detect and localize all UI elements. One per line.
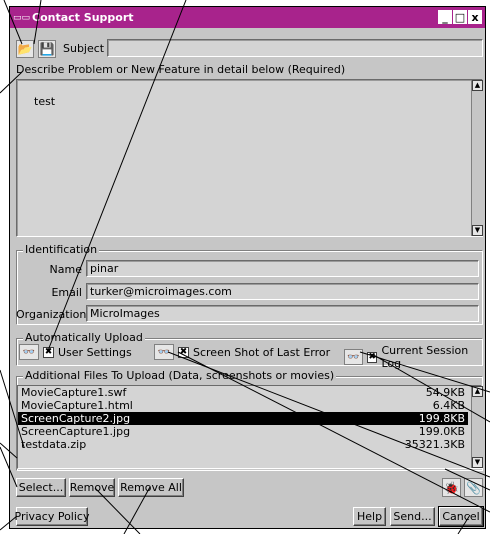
attach-file-icon[interactable]: 📎 xyxy=(464,478,483,497)
subject-input[interactable] xyxy=(107,39,483,57)
file-size: 54.9KB xyxy=(425,386,465,399)
file-name: MovieCapture1.html xyxy=(21,399,133,412)
send-button[interactable]: Send... xyxy=(390,507,435,526)
file-name: testdata.zip xyxy=(21,438,87,451)
organization-field[interactable]: MicroImages xyxy=(86,305,479,322)
organization-label: Organization xyxy=(16,308,87,321)
description-text: test xyxy=(34,95,56,108)
select-button[interactable]: Select... xyxy=(16,478,66,497)
screenshot-checkbox[interactable]: ✖ xyxy=(178,346,189,358)
auto-upload-label: Automatically Upload xyxy=(23,331,145,344)
file-size: 199.8KB xyxy=(418,412,465,425)
name-field[interactable]: pinar xyxy=(86,260,479,277)
list-item[interactable]: ScreenCapture2.jpg 199.8KB xyxy=(18,412,468,425)
description-textarea[interactable]: test xyxy=(16,79,483,237)
screenshot-label: Screen Shot of Last Error xyxy=(193,345,331,359)
help-button[interactable]: Help xyxy=(353,507,386,526)
list-item[interactable]: testdata.zip 35321.3KB xyxy=(18,438,468,451)
scroll-up-icon[interactable]: ▲ xyxy=(472,80,483,91)
privacy-policy-button[interactable]: Privacy Policy xyxy=(15,507,89,526)
session-log-option[interactable]: 👓 ✖ Current Session Log xyxy=(344,344,485,370)
description-label: Describe Problem or New Feature in detai… xyxy=(16,63,346,76)
list-item[interactable]: MovieCapture1.html 6.4KB xyxy=(18,399,468,412)
scroll-down-icon[interactable]: ▼ xyxy=(472,225,483,236)
scroll-down-icon[interactable]: ▼ xyxy=(472,457,483,468)
file-size: 35321.3KB xyxy=(404,438,465,451)
contact-support-window: ▭▭ Contact Support _ □ x 📂 💾 Subject Des… xyxy=(9,6,486,529)
user-settings-label: User Settings xyxy=(58,345,132,359)
view-binoculars-icon[interactable]: 👓 xyxy=(344,349,363,365)
close-icon[interactable]: x xyxy=(468,10,482,24)
description-scrollbar[interactable]: ▲ ▼ xyxy=(471,80,483,236)
title-bar[interactable]: ▭▭ Contact Support _ □ x xyxy=(10,7,485,28)
file-name: MovieCapture1.swf xyxy=(21,386,127,399)
bug-report-icon[interactable]: 🐞 xyxy=(442,478,461,497)
window-title: Contact Support xyxy=(32,11,134,24)
file-size: 6.4KB xyxy=(432,399,465,412)
view-binoculars-icon[interactable]: 👓 xyxy=(154,344,174,360)
scroll-up-icon[interactable]: ▲ xyxy=(472,386,483,397)
file-size: 199.0KB xyxy=(418,425,465,438)
user-settings-checkbox[interactable]: ✖ xyxy=(43,346,54,358)
cancel-button[interactable]: Cancel xyxy=(438,506,484,527)
file-name: ScreenCapture2.jpg xyxy=(21,412,131,425)
remove-button[interactable]: Remove xyxy=(69,478,115,497)
maximize-icon[interactable]: □ xyxy=(453,10,467,24)
email-label: Email xyxy=(51,286,82,299)
view-binoculars-icon[interactable]: 👓 xyxy=(19,344,39,360)
session-log-label: Current Session Log xyxy=(381,344,469,370)
file-name: ScreenCapture1.jpg xyxy=(21,425,131,438)
user-settings-option[interactable]: 👓 ✖ User Settings xyxy=(19,344,132,360)
files-scrollbar[interactable]: ▲ ▼ xyxy=(471,386,483,468)
files-list[interactable]: MovieCapture1.swf 54.9KB MovieCapture1.h… xyxy=(17,385,482,469)
screenshot-option[interactable]: 👓 ✖ Screen Shot of Last Error xyxy=(154,344,330,360)
save-disk-icon[interactable]: 💾 xyxy=(38,40,56,58)
name-label: Name xyxy=(49,263,82,276)
open-folder-icon[interactable]: 📂 xyxy=(16,40,34,58)
subject-label: Subject xyxy=(63,42,105,55)
list-item[interactable]: MovieCapture1.swf 54.9KB xyxy=(18,386,468,399)
additional-files-label: Additional Files To Upload (Data, screen… xyxy=(23,369,337,382)
minimize-icon[interactable]: _ xyxy=(438,10,452,24)
remove-all-button[interactable]: Remove All xyxy=(118,478,184,497)
session-log-checkbox[interactable]: ✖ xyxy=(366,351,378,363)
app-icon: ▭▭ xyxy=(13,12,31,23)
list-item[interactable]: ScreenCapture1.jpg 199.0KB xyxy=(18,425,468,438)
identification-label: Identification xyxy=(23,243,100,256)
email-field[interactable]: turker@microimages.com xyxy=(86,283,479,300)
